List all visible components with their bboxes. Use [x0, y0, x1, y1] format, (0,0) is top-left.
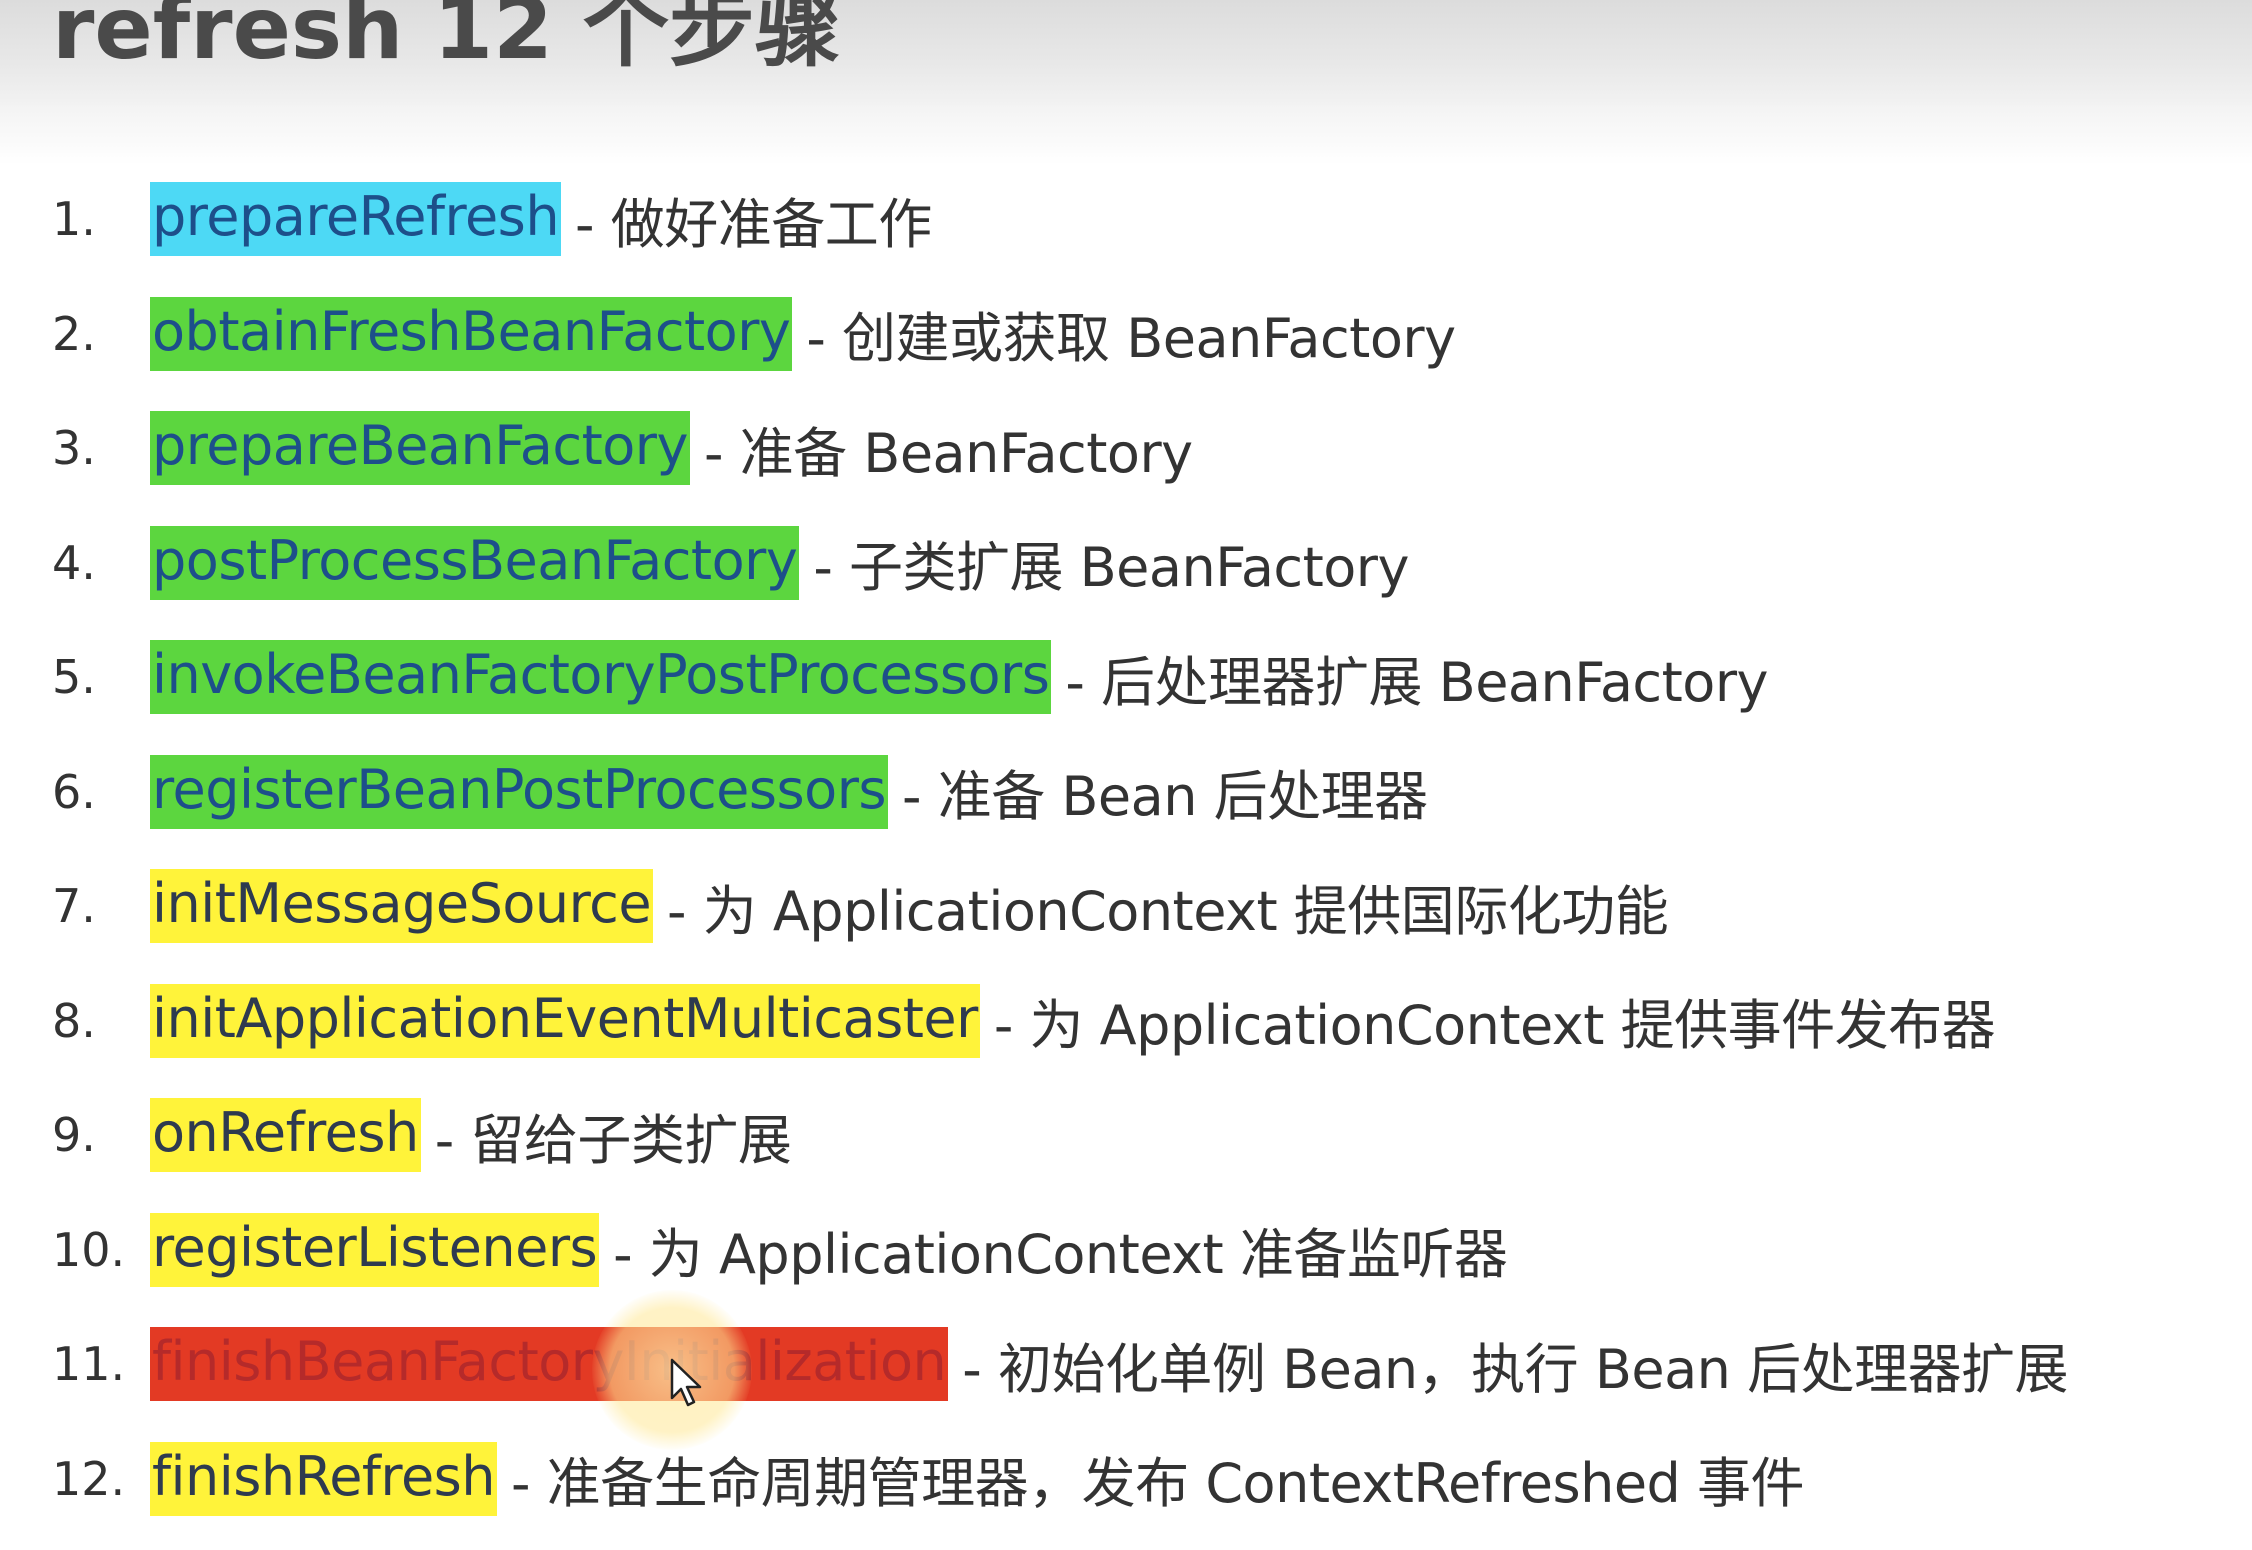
list-item: 6. registerBeanPostProcessors - 准备 Bean …	[0, 735, 2252, 850]
step-number: 7.	[52, 879, 96, 934]
list-item: 9. onRefresh - 留给子类扩展	[0, 1078, 2252, 1193]
step-number: 5.	[52, 650, 96, 705]
list-item: 5. invokeBeanFactoryPostProcessors - 后处理…	[0, 620, 2252, 735]
step-description: - 为 ApplicationContext 提供国际化功能	[667, 879, 1669, 943]
step-description: - 准备生命周期管理器，发布 ContextRefreshed 事件	[511, 1452, 1804, 1516]
step-content: finishBeanFactoryInitialization - 初始化单例 …	[150, 1325, 2069, 1404]
steps-list: 1. prepareRefresh - 做好准备工作 2. obtainFres…	[0, 162, 2252, 1536]
step-description: - 子类扩展 BeanFactory	[813, 536, 1409, 600]
method-name: prepareRefresh	[150, 182, 562, 257]
step-number: 10.	[52, 1222, 126, 1277]
list-item: 12. finishRefresh - 准备生命周期管理器，发布 Context…	[0, 1422, 2252, 1537]
method-name: invokeBeanFactoryPostProcessors	[150, 640, 1052, 715]
list-item: 10. registerListeners - 为 ApplicationCon…	[0, 1193, 2252, 1308]
step-number: 3.	[52, 421, 96, 476]
method-name: registerBeanPostProcessors	[150, 754, 889, 829]
slide-header: refresh 12 个步骤	[0, 0, 2252, 106]
list-item: 3. prepareBeanFactory - 准备 BeanFactory	[0, 391, 2252, 506]
step-description: - 初始化单例 Bean，执行 Bean 后处理器扩展	[962, 1337, 2069, 1401]
method-name: initMessageSource	[150, 869, 654, 944]
list-item: 11. finishBeanFactoryInitialization - 初始…	[0, 1307, 2252, 1422]
step-content: prepareBeanFactory - 准备 BeanFactory	[150, 409, 1193, 488]
method-name: postProcessBeanFactory	[150, 525, 800, 600]
step-content: initMessageSource - 为 ApplicationContext…	[150, 867, 1669, 946]
step-content: onRefresh - 留给子类扩展	[150, 1096, 792, 1175]
page-title: refresh 12 个步骤	[52, 0, 841, 79]
list-item: 8. initApplicationEventMulticaster - 为 A…	[0, 964, 2252, 1079]
step-description: - 准备 Bean 后处理器	[902, 765, 1428, 829]
method-name: finishRefresh	[150, 1441, 498, 1516]
method-name: initApplicationEventMulticaster	[150, 983, 980, 1058]
step-number: 9.	[52, 1108, 96, 1163]
step-description: - 为 ApplicationContext 提供事件发布器	[993, 994, 1996, 1058]
step-content: finishRefresh - 准备生命周期管理器，发布 ContextRefr…	[150, 1439, 1804, 1518]
method-name: finishBeanFactoryInitialization	[150, 1327, 949, 1402]
method-name: registerListeners	[150, 1212, 600, 1287]
step-number: 11.	[52, 1337, 126, 1392]
step-number: 1.	[52, 192, 96, 247]
step-number: 12.	[52, 1451, 126, 1506]
step-description: - 做好准备工作	[575, 192, 932, 256]
step-description: - 准备 BeanFactory	[703, 421, 1193, 485]
step-content: prepareRefresh - 做好准备工作	[150, 180, 932, 259]
step-description: - 为 ApplicationContext 准备监听器	[613, 1223, 1508, 1287]
method-name: obtainFreshBeanFactory	[150, 296, 793, 371]
step-description: - 留给子类扩展	[434, 1108, 792, 1172]
step-description: - 创建或获取 BeanFactory	[806, 307, 1456, 371]
step-number: 4.	[52, 535, 96, 590]
step-number: 6.	[52, 764, 96, 819]
list-item: 7. initMessageSource - 为 ApplicationCont…	[0, 849, 2252, 964]
step-content: registerBeanPostProcessors - 准备 Bean 后处理…	[150, 752, 1428, 831]
header-shadow	[0, 105, 2252, 165]
step-content: invokeBeanFactoryPostProcessors - 后处理器扩展…	[150, 638, 1768, 717]
step-content: initApplicationEventMulticaster - 为 Appl…	[150, 981, 1996, 1060]
method-name: onRefresh	[150, 1098, 421, 1173]
list-item: 1. prepareRefresh - 做好准备工作	[0, 162, 2252, 277]
step-content: postProcessBeanFactory - 子类扩展 BeanFactor…	[150, 523, 1409, 602]
list-item: 2. obtainFreshBeanFactory - 创建或获取 BeanFa…	[0, 277, 2252, 392]
step-number: 8.	[52, 993, 96, 1048]
step-content: obtainFreshBeanFactory - 创建或获取 BeanFacto…	[150, 294, 1456, 373]
step-number: 2.	[52, 306, 96, 361]
list-item: 4. postProcessBeanFactory - 子类扩展 BeanFac…	[0, 506, 2252, 621]
step-description: - 后处理器扩展 BeanFactory	[1065, 650, 1768, 714]
step-content: registerListeners - 为 ApplicationContext…	[150, 1210, 1508, 1289]
method-name: prepareBeanFactory	[150, 411, 690, 486]
